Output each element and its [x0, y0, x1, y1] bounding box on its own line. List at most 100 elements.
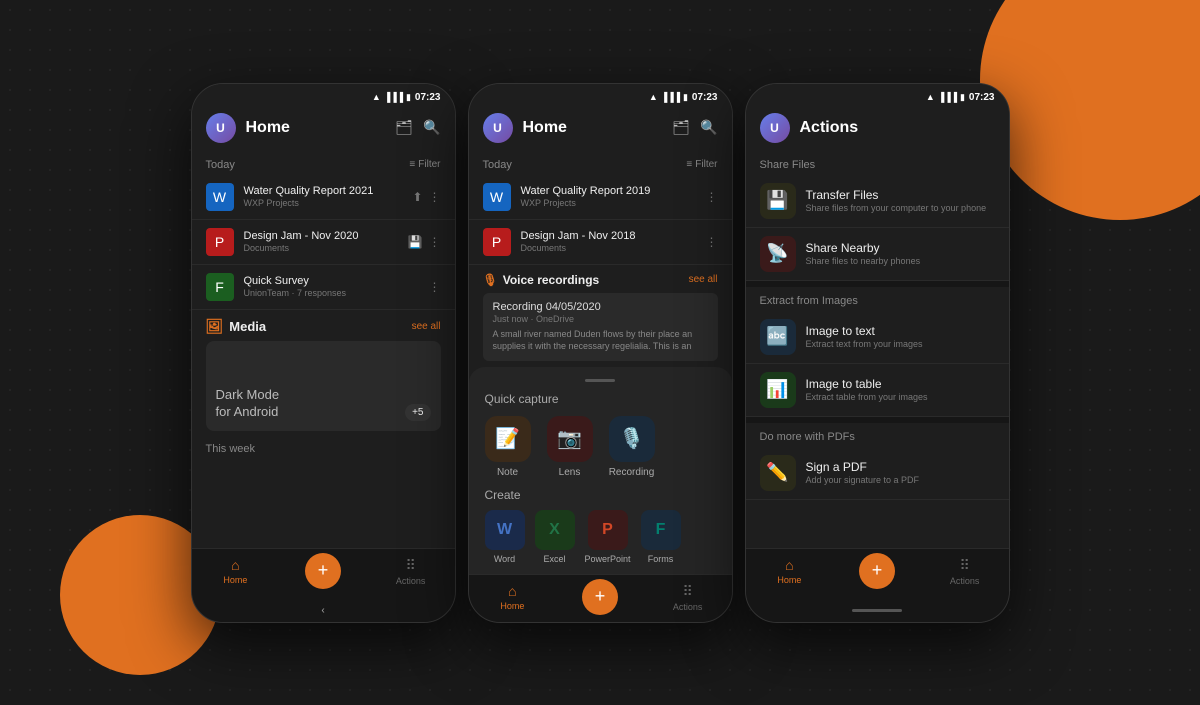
- bottom-nav-left: ⌂ Home + ⠿ Actions: [192, 548, 455, 599]
- share-nearby-icon: 📡: [760, 236, 796, 272]
- more-icon-1[interactable]: ⋮: [429, 235, 441, 249]
- more-icon-0[interactable]: ⋮: [429, 190, 441, 204]
- image-to-table-desc: Extract table from your images: [806, 392, 928, 402]
- status-bar-center: ▲ ▐▐▐ ▮ 07:23: [469, 84, 732, 107]
- word-icon: W: [485, 510, 525, 550]
- image-to-table-item[interactable]: 📊 Image to table Extract table from your…: [746, 364, 1009, 417]
- more-icon-c1[interactable]: ⋮: [706, 235, 718, 249]
- back-icon-left[interactable]: ‹: [321, 605, 324, 616]
- recording-card[interactable]: Recording 04/05/2020 Just now · OneDrive…: [483, 293, 718, 361]
- more-icon-c0[interactable]: ⋮: [706, 190, 718, 204]
- nav-actions-right[interactable]: ⠿ Actions: [921, 557, 1009, 589]
- nav-home-left[interactable]: ⌂ Home: [192, 557, 280, 589]
- file-name-c0: Water Quality Report 2019: [521, 185, 696, 197]
- share-nearby-item[interactable]: 📡 Share Nearby Share files to nearby pho…: [746, 228, 1009, 281]
- nav-actions-label-left: Actions: [396, 576, 426, 586]
- folder-icon-c[interactable]: 🗂: [672, 119, 690, 136]
- battery-icon: ▮: [406, 92, 411, 103]
- file-actions-0: ⬆ ⋮: [412, 190, 440, 204]
- filter-btn-left[interactable]: ≡ Filter: [409, 159, 440, 170]
- media-icon-left: 🖼: [206, 318, 224, 335]
- file-actions-c1: ⋮: [706, 235, 718, 249]
- page-title-left: Home: [246, 119, 386, 137]
- share-nearby-desc: Share files to nearby phones: [806, 256, 921, 266]
- status-icons-right: ▲ ▐▐▐ ▮: [926, 92, 965, 103]
- this-week-label: This week: [192, 437, 455, 461]
- thumb-sub-text: for Android: [216, 404, 279, 419]
- file-item-1[interactable]: P Design Jam - Nov 2020 Documents 💾 ⋮: [192, 220, 455, 265]
- fab-button-center[interactable]: +: [582, 579, 618, 615]
- actions-content: Share Files 💾 Transfer Files Share files…: [746, 151, 1009, 548]
- qc-item-recording[interactable]: 🎙️ Recording: [609, 416, 655, 478]
- nav-fab-right[interactable]: +: [833, 557, 921, 589]
- create-ppt[interactable]: P PowerPoint: [585, 510, 631, 564]
- search-icon-c[interactable]: 🔍: [700, 119, 717, 136]
- more-icon-2[interactable]: ⋮: [429, 280, 441, 294]
- create-word[interactable]: W Word: [485, 510, 525, 564]
- qc-item-lens[interactable]: 📷 Lens: [547, 416, 593, 478]
- signal-icon: ▐▐▐: [384, 92, 403, 102]
- signal-icon-r: ▐▐▐: [938, 92, 957, 102]
- sign-pdf-item[interactable]: ✏️ Sign a PDF Add your signature to a PD…: [746, 447, 1009, 500]
- home-icon-center: ⌂: [508, 583, 516, 599]
- nav-fab-center[interactable]: +: [556, 583, 644, 615]
- ppt-icon: P: [588, 510, 628, 550]
- qc-handle: [585, 379, 615, 382]
- file-icon-forms-2: F: [206, 273, 234, 301]
- phone-right: ▲ ▐▐▐ ▮ 07:23 U Actions Share Files 💾 Tr…: [745, 83, 1010, 623]
- transfer-files-item[interactable]: 💾 Transfer Files Share files from your c…: [746, 175, 1009, 228]
- media-thumb-left: Dark Mode for Android +5: [206, 341, 441, 431]
- see-all-media-left[interactable]: see all: [412, 321, 441, 332]
- search-icon[interactable]: 🔍: [423, 119, 440, 136]
- recording-icon: 🎙️: [609, 416, 655, 462]
- nav-home-center[interactable]: ⌂ Home: [469, 583, 557, 615]
- status-bar-left: ▲ ▐▐▐ ▮ 07:23: [192, 84, 455, 107]
- nav-actions-center[interactable]: ⠿ Actions: [644, 583, 732, 615]
- filter-btn-center[interactable]: ≡ Filter: [686, 159, 717, 170]
- forms-label: Forms: [648, 554, 674, 564]
- bottom-nav-center: ⌂ Home + ⠿ Actions: [469, 574, 732, 623]
- media-header-left: 🖼 Media see all: [206, 318, 441, 335]
- fab-icon-left: +: [318, 560, 329, 581]
- file-info-1: Design Jam - Nov 2020 Documents: [244, 230, 398, 253]
- nav-home-right[interactable]: ⌂ Home: [746, 557, 834, 589]
- file-item-0[interactable]: W Water Quality Report 2021 WXP Projects…: [192, 175, 455, 220]
- sign-pdf-info: Sign a PDF Add your signature to a PDF: [806, 460, 920, 485]
- file-info-2: Quick Survey UnionTeam · 7 responses: [244, 275, 419, 298]
- save-icon-1[interactable]: 💾: [408, 235, 423, 249]
- recording-meta: Just now · OneDrive: [493, 314, 708, 324]
- actions-icon-left: ⠿: [406, 557, 416, 574]
- qc-create-row: W Word X Excel P PowerPoint F Forms: [485, 510, 716, 564]
- upload-icon-0[interactable]: ⬆: [412, 190, 422, 204]
- folder-icon[interactable]: 🗂: [395, 119, 413, 136]
- file-name-c1: Design Jam - Nov 2018: [521, 230, 696, 242]
- voice-header: 🎙 Voice recordings see all: [483, 273, 718, 287]
- excel-icon: X: [535, 510, 575, 550]
- phones-container: ▲ ▐▐▐ ▮ 07:23 U Home 🗂 🔍 Today ≡ Filter: [0, 0, 1200, 705]
- qc-title: Quick capture: [485, 392, 716, 406]
- back-bar-left: ‹: [192, 599, 455, 622]
- nav-home-label-center: Home: [500, 601, 524, 611]
- qc-item-note[interactable]: 📝 Note: [485, 416, 531, 478]
- file-item-c0[interactable]: W Water Quality Report 2019 WXP Projects…: [469, 175, 732, 220]
- time-center: 07:23: [692, 92, 718, 103]
- filter-icon-c: ≡: [686, 159, 692, 170]
- thumb-bold-text: Dark Mode: [216, 387, 280, 402]
- nav-fab-left[interactable]: +: [279, 557, 367, 589]
- fab-button-left[interactable]: +: [305, 553, 341, 589]
- app-header-left: U Home 🗂 🔍: [192, 107, 455, 151]
- create-excel[interactable]: X Excel: [535, 510, 575, 564]
- nav-actions-left[interactable]: ⠿ Actions: [367, 557, 455, 589]
- create-forms[interactable]: F Forms: [641, 510, 681, 564]
- actions-icon-right: ⠿: [960, 557, 970, 574]
- file-item-2[interactable]: F Quick Survey UnionTeam · 7 responses ⋮: [192, 265, 455, 310]
- battery-icon-c: ▮: [683, 92, 688, 103]
- image-to-text-item[interactable]: 🔤 Image to text Extract text from your i…: [746, 311, 1009, 364]
- see-all-voice[interactable]: see all: [689, 274, 718, 285]
- status-bar-right: ▲ ▐▐▐ ▮ 07:23: [746, 84, 1009, 107]
- app-header-right: U Actions: [746, 107, 1009, 151]
- file-item-c1[interactable]: P Design Jam - Nov 2018 Documents ⋮: [469, 220, 732, 265]
- file-info-c0: Water Quality Report 2019 WXP Projects: [521, 185, 696, 208]
- file-actions-2: ⋮: [429, 280, 441, 294]
- fab-button-right[interactable]: +: [859, 553, 895, 589]
